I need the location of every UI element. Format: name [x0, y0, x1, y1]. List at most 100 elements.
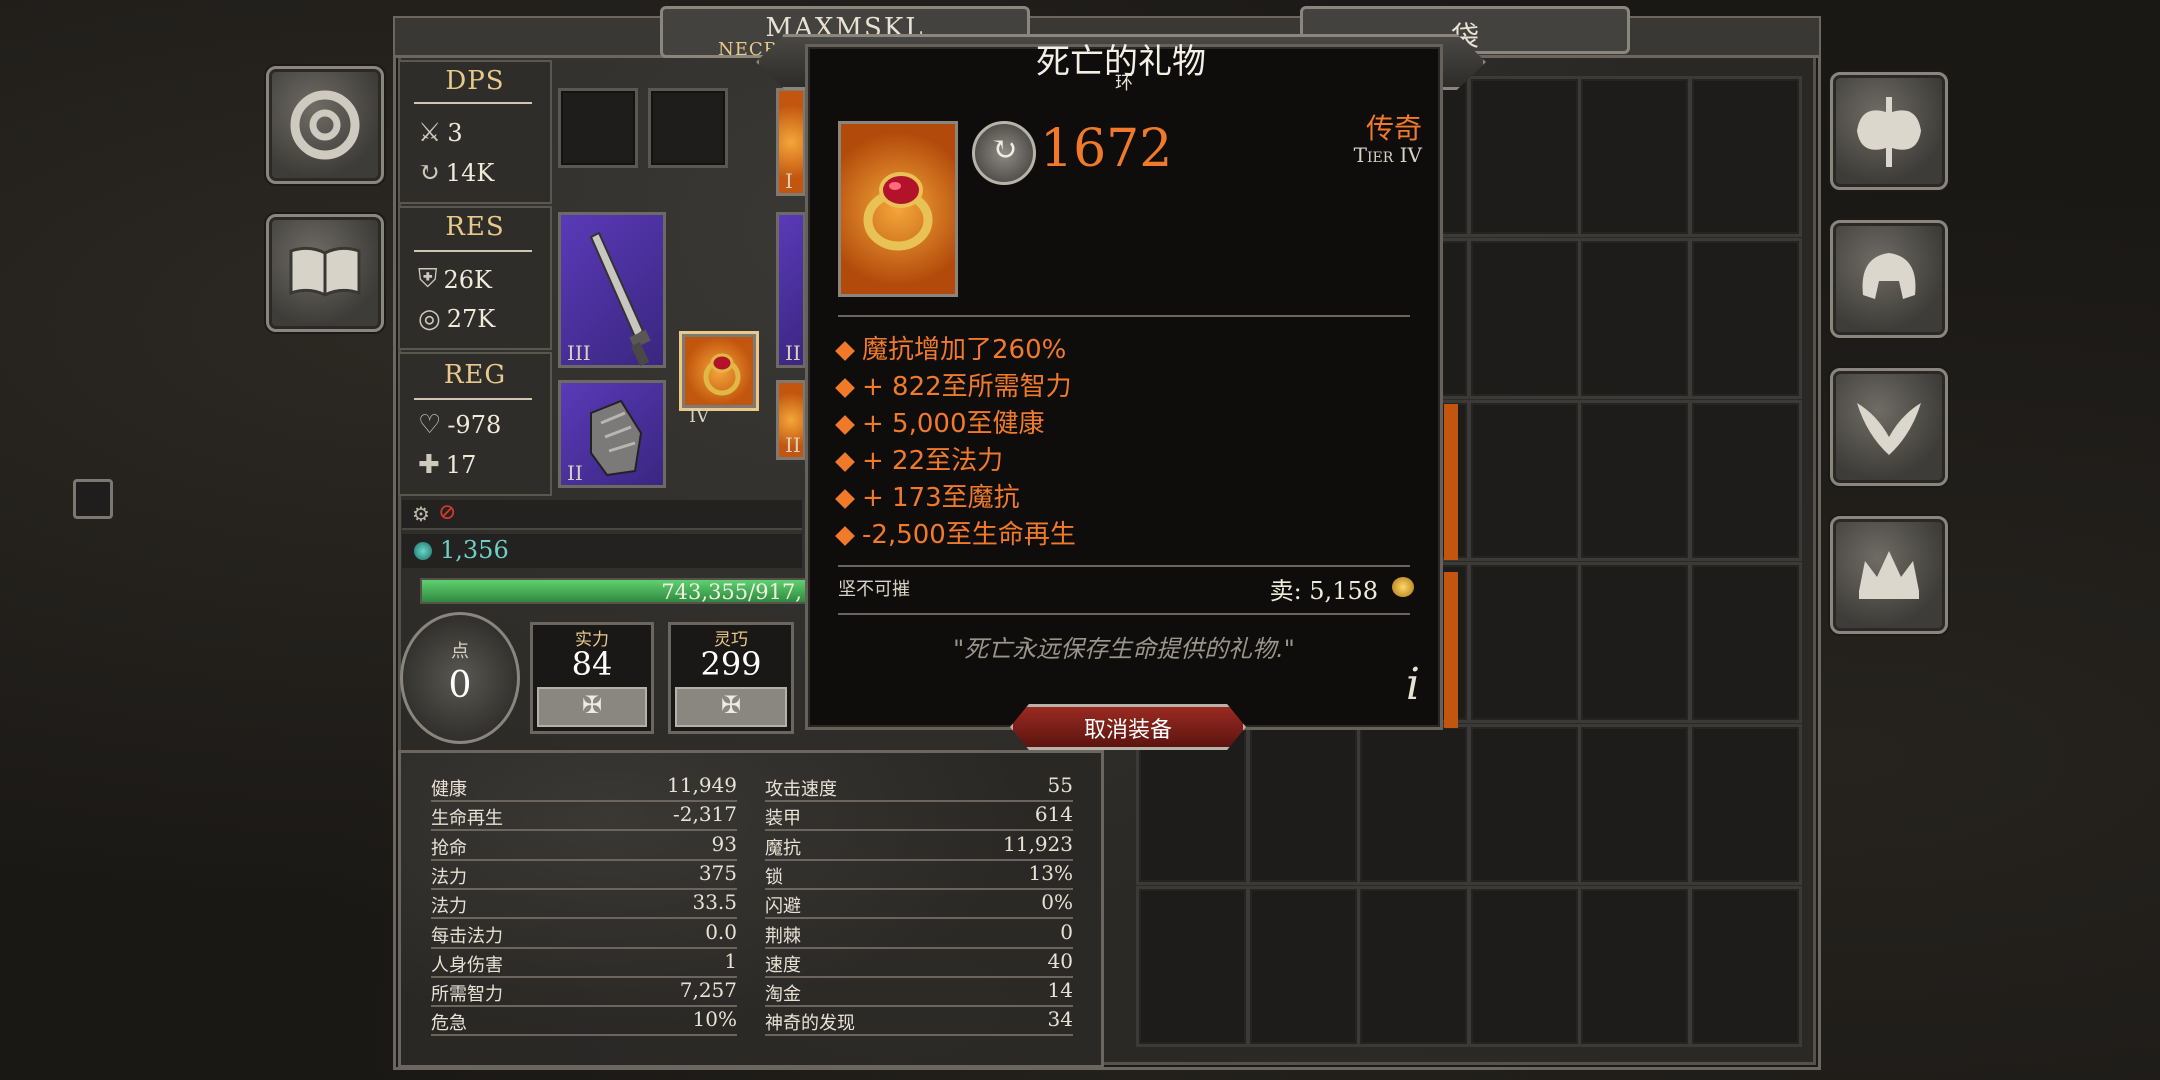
ring-icon	[863, 172, 933, 251]
affix-text: + 173至魔抗	[862, 483, 1020, 513]
stat-label: 健康	[431, 779, 467, 800]
dps-physical: ⚔ 3	[418, 118, 463, 148]
bag-slot[interactable]	[1688, 886, 1802, 1047]
stat-label: 抢命	[431, 837, 467, 859]
plus-cross-icon: ✠	[581, 691, 603, 719]
bag-slot[interactable]	[1688, 400, 1802, 561]
equip-slot-dagger[interactable]: III	[558, 212, 666, 368]
info-button[interactable]: i	[1406, 659, 1420, 710]
shield-icon: ⛨	[418, 264, 438, 294]
divider	[838, 565, 1410, 567]
stat-label: 每击法力	[431, 925, 503, 947]
res-title: RES	[445, 212, 505, 242]
divider	[838, 613, 1410, 615]
dps-magic: ↻ 14K	[418, 158, 494, 188]
add-dexterity-button[interactable]: ✠	[675, 687, 787, 727]
plus-cross-icon: ✠	[720, 691, 742, 719]
bag-slot[interactable]	[1578, 238, 1691, 399]
stat-value: 1	[724, 948, 737, 973]
magic-shield-icon: ◎	[418, 304, 441, 334]
equip-slot-empty-1[interactable]	[558, 88, 638, 168]
partial-tier-3: II	[785, 433, 801, 457]
stat-value: 14	[1047, 978, 1073, 1003]
helmet-icon	[1862, 253, 1916, 299]
item-power: 1672	[1040, 119, 1173, 179]
stat-row: 所需智力 7,257	[431, 978, 737, 1008]
add-strength-button[interactable]: ✠	[537, 687, 647, 727]
gear-icon: ⚙	[412, 502, 430, 526]
stat-label: 锁	[765, 866, 783, 888]
stats-table: 健康 11,949 生命再生 -2,317 抢命 93 法力 375 法力 33.5 每击法力 0.0…	[398, 750, 1104, 1068]
affix-text: -2,500至生命再生	[862, 520, 1076, 550]
stat-row: 闪避 0%	[765, 890, 1073, 920]
equip-slot-gauntlets[interactable]: II	[558, 380, 666, 488]
affix-text: + 822至所需智力	[862, 372, 1072, 402]
bag-slot[interactable]	[1578, 886, 1691, 1047]
affix-text: + 22至法力	[862, 446, 1004, 476]
stat-label: 闪避	[765, 896, 801, 918]
bag-slot[interactable]	[1357, 886, 1470, 1047]
orb-icon	[414, 542, 432, 560]
equip-slot-partial-2[interactable]: II	[776, 212, 806, 368]
bag-slot[interactable]	[1688, 238, 1802, 399]
bag-slot[interactable]	[1467, 562, 1581, 723]
gold-coins-icon	[1392, 577, 1414, 597]
stat-value: 93	[711, 831, 737, 856]
equip-slot-ring[interactable]: IV	[682, 334, 756, 427]
res-magic-value: 27K	[446, 305, 496, 333]
bag-slot[interactable]	[1467, 400, 1581, 561]
stat-row: 荆棘 0	[765, 920, 1073, 949]
settings-button[interactable]	[266, 66, 384, 184]
bag-slot[interactable]	[1136, 886, 1249, 1047]
item-rarity: 传奇	[1365, 112, 1422, 145]
bag-slot[interactable]	[1357, 724, 1470, 885]
diamond-bullet-icon	[835, 451, 855, 472]
bag-slot[interactable]	[1578, 76, 1691, 237]
bag-slot[interactable]	[1467, 76, 1581, 237]
bag-slot[interactable]	[1467, 238, 1581, 399]
stat-label: 人身伤害	[431, 954, 503, 976]
crown-icon	[1859, 551, 1919, 599]
wings-icon	[1857, 403, 1921, 455]
divider	[414, 102, 532, 104]
bag-slot[interactable]	[1688, 76, 1802, 237]
reg-health-value: -978	[447, 411, 502, 439]
tooltip-title: 死亡的礼物	[1036, 42, 1206, 82]
sell-price: 卖: 5,158	[1269, 577, 1378, 605]
bag-slot[interactable]	[1688, 724, 1802, 885]
bag-slot[interactable]	[1688, 562, 1802, 723]
item-tier: Tier IV	[1353, 143, 1422, 167]
checkbox-icon[interactable]	[73, 479, 113, 519]
accessories-tab-button[interactable]	[1830, 368, 1948, 486]
equip-slot-partial-3[interactable]: II	[776, 380, 806, 460]
bag-slot[interactable]	[1246, 886, 1360, 1047]
stat-value: 55	[1047, 773, 1073, 797]
stat-row: 法力 375	[431, 861, 737, 890]
stat-label: 装甲	[765, 808, 801, 830]
ring-tier: IV	[689, 406, 710, 427]
equip-slot-partial-1[interactable]: I	[776, 88, 806, 196]
bag-item-partial[interactable]	[1444, 572, 1458, 728]
bag-slot[interactable]	[1578, 724, 1691, 885]
equip-slot-empty-2[interactable]	[648, 88, 728, 168]
bag-slot[interactable]	[1246, 724, 1360, 885]
weapons-tab-button[interactable]	[1830, 72, 1948, 190]
crossed-swords-icon: ⚔	[418, 118, 442, 148]
armor-tab-button[interactable]	[1830, 220, 1948, 338]
bag-slot[interactable]	[1467, 724, 1581, 885]
stat-label: 淘金	[765, 984, 801, 1006]
partial-tier-1: I	[785, 169, 793, 193]
spellbook-button[interactable]	[266, 214, 384, 332]
gauntlet-tier: II	[567, 461, 583, 485]
mana-plus-icon: ✚	[418, 450, 440, 480]
attribute-value: 299	[700, 645, 762, 683]
relics-tab-button[interactable]	[1830, 516, 1948, 634]
dps-title: DPS	[445, 66, 505, 96]
stat-value: 0%	[1041, 890, 1073, 915]
bag-slot[interactable]	[1578, 400, 1691, 561]
bag-item-partial[interactable]	[1444, 404, 1458, 560]
bag-slot[interactable]	[1467, 886, 1581, 1047]
res-magic: ◎ 27K	[418, 304, 495, 334]
bag-slot[interactable]	[1578, 562, 1691, 723]
row-divider	[431, 1034, 737, 1037]
